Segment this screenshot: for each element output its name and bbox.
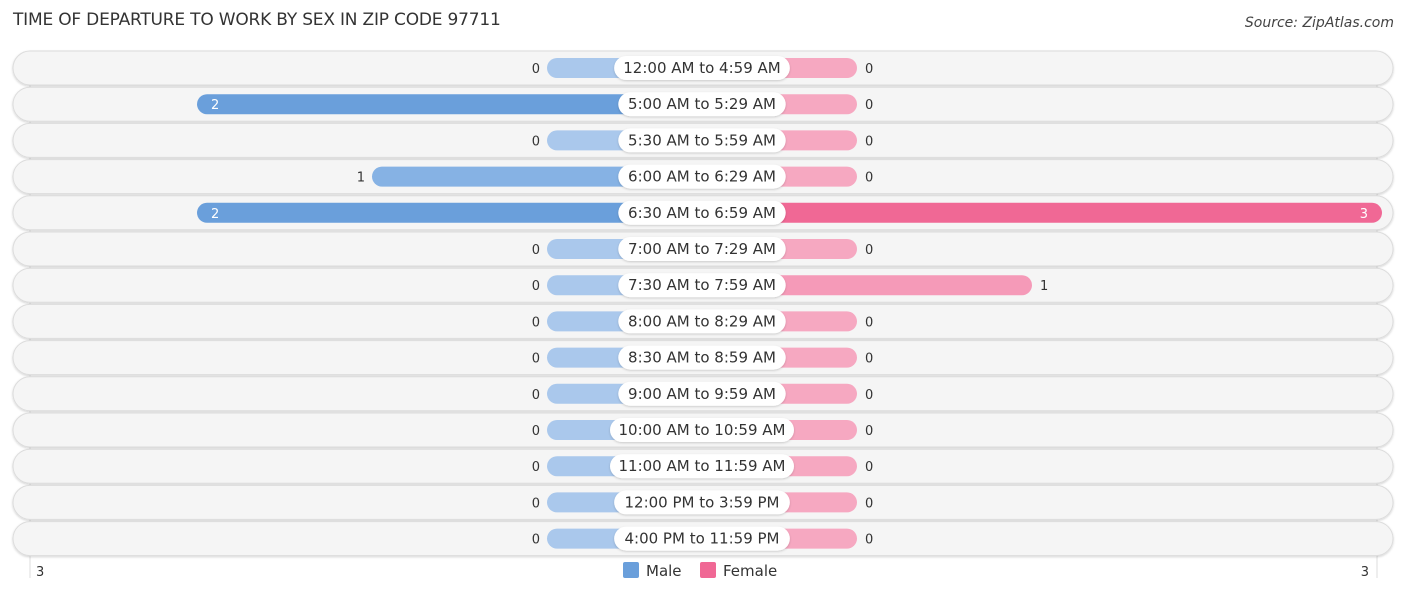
category-label: 7:30 AM to 7:59 AM [628,276,776,294]
row-10: 0 0 10:00 AM to 10:59 AM [12,412,1394,448]
axis-label-left: 3 [36,565,44,580]
male-value: 0 [532,243,540,258]
male-value: 0 [532,134,540,149]
male-value: 2 [211,98,219,113]
male-value: 0 [532,352,540,367]
category-label: 6:30 AM to 6:59 AM [628,204,776,222]
male-value: 0 [532,533,540,548]
female-value: 0 [865,134,873,149]
category-label: 10:00 AM to 10:59 AM [619,421,786,439]
category-label: 6:00 AM to 6:29 AM [628,168,776,186]
female-value: 0 [865,98,873,113]
male-value: 0 [532,62,540,77]
row-4: 2 3 6:30 AM to 6:59 AM [12,195,1394,231]
legend-female-label: Female [723,562,777,580]
male-value: 2 [211,207,219,222]
legend-male-label: Male [646,562,682,580]
category-label: 9:00 AM to 9:59 AM [628,385,776,403]
chart-svg: 0 0 12:00 AM to 4:59 AM 2 0 5:00 AM to 5:29 A… [12,50,1394,580]
male-value: 0 [532,424,540,439]
female-value: 0 [865,496,873,511]
category-label: 8:30 AM to 8:59 AM [628,349,776,367]
category-label: 8:00 AM to 8:29 AM [628,312,776,330]
row-0: 0 0 12:00 AM to 4:59 AM [12,50,1394,86]
male-value: 0 [532,496,540,511]
row-13: 0 0 4:00 PM to 11:59 PM [12,521,1394,557]
male-value: 0 [532,388,540,403]
category-label: 7:00 AM to 7:29 AM [628,240,776,258]
row-7: 0 0 8:00 AM to 8:29 AM [12,303,1394,339]
category-label: 4:00 PM to 11:59 PM [624,530,779,548]
category-label: 5:30 AM to 5:59 AM [628,131,776,149]
female-value: 0 [865,460,873,475]
female-value: 1 [1040,279,1048,294]
male-value: 0 [532,460,540,475]
row-2: 0 0 5:30 AM to 5:59 AM [12,122,1394,158]
row-1: 2 0 5:00 AM to 5:29 AM [12,86,1394,122]
female-value: 0 [865,388,873,403]
female-value: 0 [865,352,873,367]
row-12: 0 0 12:00 PM to 3:59 PM [12,484,1394,520]
female-value: 0 [865,171,873,186]
male-value: 0 [532,279,540,294]
female-value: 0 [865,315,873,330]
axis-label-right: 3 [1361,565,1369,580]
legend-female-swatch [700,562,716,578]
male-value: 1 [357,171,365,186]
male-value: 0 [532,315,540,330]
row-5: 0 0 7:00 AM to 7:29 AM [12,231,1394,267]
row-8: 0 0 8:30 AM to 8:59 AM [12,340,1394,376]
row-3: 1 0 6:00 AM to 6:29 AM [12,159,1394,195]
legend-male-swatch [623,562,639,578]
female-value: 0 [865,424,873,439]
female-value: 0 [865,62,873,77]
row-9: 0 0 9:00 AM to 9:59 AM [12,376,1394,412]
female-bar [702,202,1382,223]
row-11: 0 0 11:00 AM to 11:59 AM [12,448,1394,484]
female-value: 3 [1360,207,1368,222]
category-label: 12:00 AM to 4:59 AM [623,59,780,77]
row-6: 0 1 7:30 AM to 7:59 AM [12,267,1394,303]
category-label: 5:00 AM to 5:29 AM [628,95,776,113]
category-label: 12:00 PM to 3:59 PM [624,493,779,511]
category-label: 11:00 AM to 11:59 AM [619,457,786,475]
female-value: 0 [865,243,873,258]
female-value: 0 [865,533,873,548]
